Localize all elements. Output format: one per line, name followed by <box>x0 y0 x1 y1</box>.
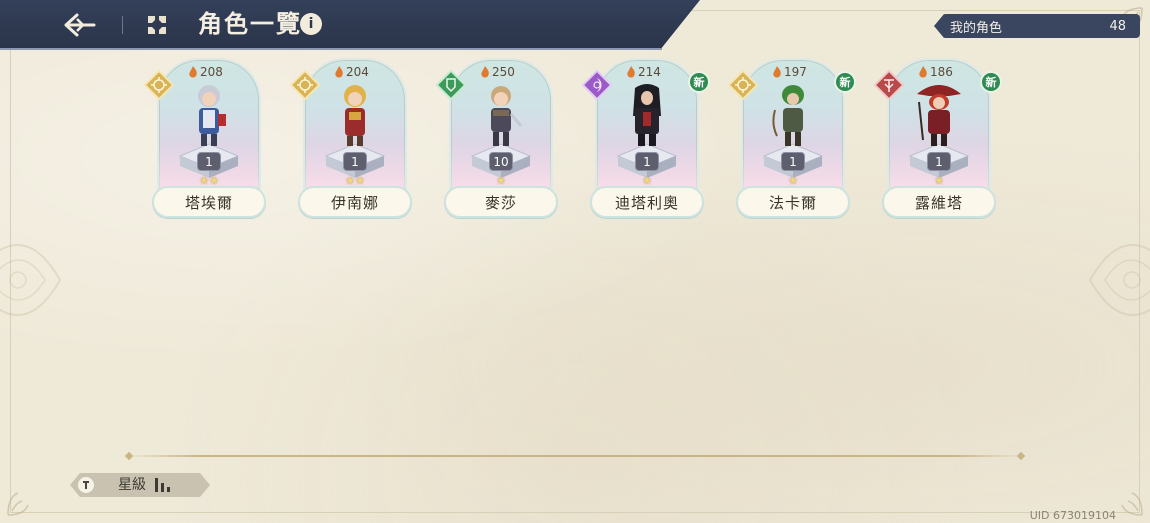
flame-icon <box>627 66 635 78</box>
power-stat: 250 <box>480 65 515 79</box>
character-name: 法卡爾 <box>736 186 850 218</box>
character-sprite <box>772 85 804 146</box>
character-sprite <box>917 85 961 146</box>
character-name: 露維塔 <box>882 186 996 218</box>
level-badge: 1 <box>197 152 221 171</box>
power-stat: 186 <box>918 65 953 79</box>
power-value: 250 <box>492 65 515 79</box>
user-id: UID 673019104 <box>1029 509 1116 522</box>
character-card[interactable]: 214 新 1 ★ 迪塔利奧 <box>582 58 710 222</box>
new-badge: 新 <box>834 71 856 93</box>
flame-icon <box>773 66 781 78</box>
fire-element-icon <box>874 70 904 100</box>
flame-icon <box>335 66 343 78</box>
character-list: 208 1 ★★ 塔埃爾 204 1 ★★ 伊南娜 250 10 ★ 麥莎 21… <box>0 0 1150 240</box>
power-stat: 204 <box>334 65 369 79</box>
character-sprite <box>491 86 523 146</box>
character-card[interactable]: 197 新 1 ★ 法卡爾 <box>728 58 856 222</box>
character-card[interactable]: 208 1 ★★ 塔埃爾 <box>144 58 266 222</box>
power-value: 208 <box>200 65 223 79</box>
earth-element-icon <box>436 70 466 100</box>
corner-ornament-icon <box>7 492 29 516</box>
light-element-icon <box>728 70 758 100</box>
dark-element-icon <box>582 70 612 100</box>
level-badge: 1 <box>343 152 367 171</box>
bottom-divider <box>126 455 1024 457</box>
character-card[interactable]: 250 10 ★ 麥莎 <box>436 58 558 222</box>
light-element-icon <box>290 70 320 100</box>
character-name: 伊南娜 <box>298 186 412 218</box>
character-sprite <box>344 85 366 146</box>
level-badge: 1 <box>781 152 805 171</box>
character-card[interactable]: 204 1 ★★ 伊南娜 <box>290 58 412 222</box>
light-element-icon <box>144 70 174 100</box>
new-badge: 新 <box>980 71 1002 93</box>
power-value: 204 <box>346 65 369 79</box>
character-name: 迪塔利奧 <box>590 186 704 218</box>
power-value: 214 <box>638 65 661 79</box>
flame-icon <box>481 66 489 78</box>
power-value: 197 <box>784 65 807 79</box>
sort-descending-icon <box>155 478 170 492</box>
level-badge: 10 <box>489 152 513 171</box>
power-value: 186 <box>930 65 953 79</box>
flame-icon <box>189 66 197 78</box>
character-name: 麥莎 <box>444 186 558 218</box>
character-sprite <box>633 84 661 146</box>
sort-toggle-icon <box>78 477 94 493</box>
power-stat: 197 <box>772 65 807 79</box>
character-sprite <box>198 85 226 146</box>
power-stat: 208 <box>188 65 223 79</box>
character-name: 塔埃爾 <box>152 186 266 218</box>
level-badge: 1 <box>635 152 659 171</box>
new-badge: 新 <box>688 71 710 93</box>
power-stat: 214 <box>626 65 661 79</box>
sort-by-stars-button[interactable]: 星級 <box>70 473 210 497</box>
level-badge: 1 <box>927 152 951 171</box>
character-card[interactable]: 186 新 1 ★ 露維塔 <box>874 58 1002 222</box>
sort-label: 星級 <box>118 477 146 493</box>
flame-icon <box>919 66 927 78</box>
